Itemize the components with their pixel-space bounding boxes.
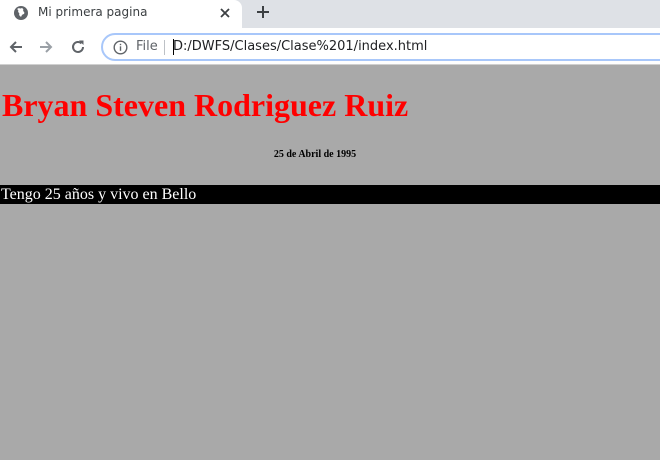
address-bar[interactable]: File D:/DWFS/Clases/Clase%201/index.html xyxy=(101,33,660,61)
page-heading: Bryan Steven Rodriguez Ruiz xyxy=(2,87,409,123)
reload-icon[interactable] xyxy=(68,37,88,57)
plus-icon[interactable] xyxy=(254,3,272,21)
info-icon[interactable] xyxy=(113,40,128,55)
active-tab[interactable]: Mi primera pagina xyxy=(0,0,242,28)
scheme-label: File xyxy=(136,39,158,54)
page-viewport: Bryan Steven Rodriguez Ruiz 25 de Abril … xyxy=(0,66,660,460)
birth-date: 25 de Abril de 1995 xyxy=(273,149,357,160)
browser-toolbar: File D:/DWFS/Clases/Clase%201/index.html xyxy=(0,28,660,65)
forward-arrow-icon[interactable] xyxy=(36,37,56,57)
address-separator xyxy=(164,40,165,55)
text-caret xyxy=(173,39,174,55)
url-text[interactable]: D:/DWFS/Clases/Clase%201/index.html xyxy=(173,39,427,54)
bio-text: Tengo 25 años y vivo en Bello xyxy=(0,185,660,204)
tab-strip: Mi primera pagina xyxy=(0,0,660,28)
back-arrow-icon[interactable] xyxy=(6,37,26,57)
globe-icon xyxy=(14,6,28,20)
tab-title: Mi primera pagina xyxy=(38,5,148,19)
close-icon[interactable] xyxy=(217,5,233,21)
